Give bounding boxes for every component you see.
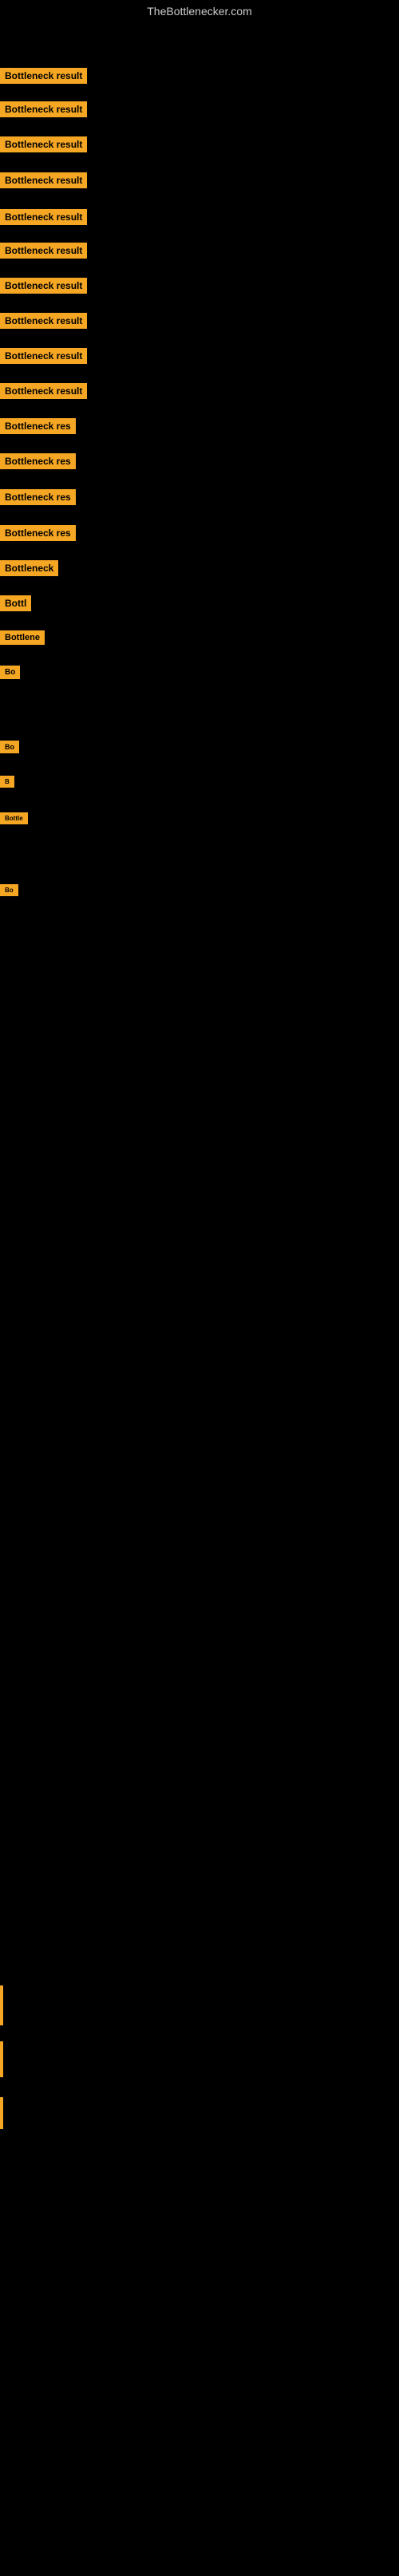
bottleneck-result-badge: Bottleneck res [0,418,76,434]
bottleneck-result-badge: Bo [0,741,19,753]
bottleneck-result-badge: Bottleneck result [0,172,87,188]
bottleneck-result-badge: Bottleneck result [0,313,87,329]
bottleneck-result-badge: Bottleneck res [0,489,76,505]
bottleneck-result-badge: B [0,776,14,788]
bottleneck-result-badge: Bottleneck result [0,101,87,117]
bottleneck-result-badge: Bottle [0,812,28,824]
bottleneck-result-badge: Bottleneck result [0,383,87,399]
bottleneck-result-badge: Bottleneck result [0,136,87,152]
bottleneck-result-badge: Bottl [0,595,31,611]
vertical-indicator-bar [0,2041,3,2077]
bottleneck-result-badge: Bottleneck result [0,348,87,364]
bottleneck-result-badge: Bo [0,666,20,679]
bottleneck-result-badge: Bottleneck res [0,453,76,469]
vertical-indicator-bar [0,1985,3,2025]
bottleneck-result-badge: Bottleneck res [0,525,76,541]
bottleneck-result-badge: Bottleneck result [0,243,87,259]
bottleneck-result-badge: Bo [0,884,18,896]
vertical-indicator-bar [0,2097,3,2129]
bottleneck-result-badge: Bottlene [0,630,45,645]
bottleneck-result-badge: Bottleneck [0,560,58,576]
bottleneck-result-badge: Bottleneck result [0,278,87,294]
bottleneck-result-badge: Bottleneck result [0,68,87,84]
bottleneck-result-badge: Bottleneck result [0,209,87,225]
site-title: TheBottlenecker.com [0,0,399,22]
